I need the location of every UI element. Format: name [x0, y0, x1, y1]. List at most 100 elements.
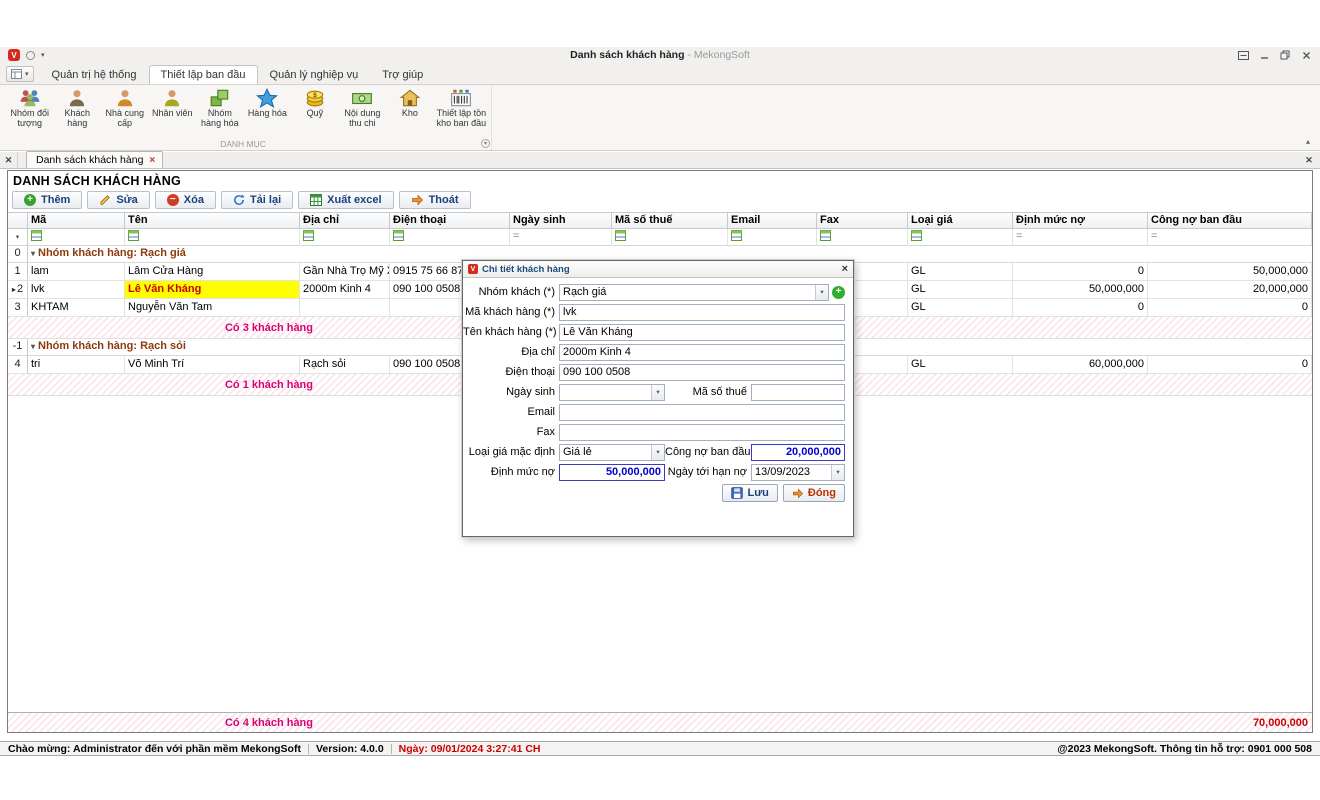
column-header[interactable]: Loại giá	[908, 212, 1013, 229]
ribbon-item-initial-stock[interactable]: Thiết lập tồn kho ban đầu	[434, 87, 489, 129]
ribbon-tab-help[interactable]: Trợ giúp	[370, 65, 435, 84]
row-indicator: 1	[8, 263, 28, 281]
ribbon-item-products[interactable]: Hàng hóa	[244, 87, 292, 120]
dialog-title-bar[interactable]: V Chi tiết khách hàng ×	[463, 261, 853, 278]
table-cell: KHTAM	[28, 299, 125, 317]
add-button[interactable]: + Thêm	[12, 191, 82, 209]
table-cell: 0	[1148, 299, 1312, 317]
table-cell: 50,000,000	[1148, 263, 1312, 281]
ribbon-item-product-groups[interactable]: Nhóm hàng hóa	[196, 87, 244, 129]
total-count-label: Có 4 khách hàng	[28, 717, 510, 729]
field-label: Điện thoại	[463, 366, 559, 378]
close-arrow-icon	[792, 488, 804, 499]
application-menu-button[interactable]: ▾	[6, 66, 34, 82]
chevron-down-icon[interactable]: ▾	[815, 285, 828, 300]
group-expand-icon[interactable]: ▾	[31, 249, 35, 258]
close-icon[interactable]	[1300, 49, 1312, 61]
reload-button[interactable]: Tải lại	[221, 191, 293, 209]
add-group-icon[interactable]: +	[832, 286, 845, 299]
filter-cell[interactable]	[300, 229, 390, 246]
group-dialog-launcher-icon[interactable]: ▾	[481, 139, 490, 148]
filter-cell[interactable]: =	[1148, 229, 1312, 246]
column-header[interactable]: Định mức nợ	[1013, 212, 1148, 229]
delete-button[interactable]: − Xóa	[155, 191, 216, 209]
due-date-combobox[interactable]: 13/09/2023 ▾	[751, 464, 845, 481]
column-header[interactable]: Địa chỉ	[300, 212, 390, 229]
restore-icon[interactable]	[1279, 49, 1291, 61]
group-expand-icon[interactable]: ▾	[31, 342, 35, 351]
exit-button[interactable]: Thoát	[399, 191, 471, 209]
opening-debt-field[interactable]	[751, 444, 845, 461]
column-header[interactable]: Fax	[817, 212, 908, 229]
field-label: Địa chỉ	[463, 346, 559, 358]
svg-text:$: $	[313, 92, 317, 99]
save-button[interactable]: Lưu	[722, 484, 777, 502]
filter-cell[interactable]	[390, 229, 510, 246]
grid-summary-row: Có 4 khách hàng 70,000,000	[8, 712, 1312, 732]
filter-cell[interactable]	[817, 229, 908, 246]
customer-group-combobox[interactable]: Rạch giá ▾	[559, 284, 829, 301]
chevron-down-icon[interactable]: ▾	[831, 465, 844, 480]
fullscreen-icon[interactable]	[1237, 49, 1249, 61]
ribbon-item-customers[interactable]: Khách hàng	[54, 87, 102, 129]
email-field[interactable]	[559, 404, 845, 421]
table-cell: lvk	[28, 281, 125, 299]
table-cell: Gần Nhà Trọ Mỹ X...	[300, 263, 390, 281]
filter-cell[interactable]: =	[510, 229, 612, 246]
column-header[interactable]: Ngày sinh	[510, 212, 612, 229]
table-cell: GL	[908, 263, 1013, 281]
column-header[interactable]: Công nợ ban đầu	[1148, 212, 1312, 229]
chevron-down-icon[interactable]: ▾	[651, 445, 664, 460]
column-header[interactable]: Điện thoại	[390, 212, 510, 229]
filter-cell[interactable]	[125, 229, 300, 246]
fax-field[interactable]	[559, 424, 845, 441]
row-indicator: 4	[8, 356, 28, 374]
close-all-tabs-icon[interactable]: ✕	[0, 152, 18, 168]
phone-field[interactable]	[559, 364, 845, 381]
export-excel-button[interactable]: Xuất excel	[298, 191, 393, 209]
price-type-combobox[interactable]: Giá lẻ ▾	[559, 444, 665, 461]
address-field[interactable]	[559, 344, 845, 361]
ribbon-item-income-expense[interactable]: Nội dung thu chi	[339, 87, 387, 129]
column-header[interactable]: Tên	[125, 212, 300, 229]
field-label: Ngày sinh	[463, 386, 559, 398]
field-label: Loại giá mặc định	[463, 446, 559, 458]
table-cell: 0	[1148, 356, 1312, 374]
ribbon-tab-initial-setup[interactable]: Thiết lập ban đầu	[149, 65, 258, 84]
filter-cell[interactable]: =	[1013, 229, 1148, 246]
ribbon-item-warehouse[interactable]: Kho	[386, 87, 434, 120]
table-cell: 20,000,000	[1148, 281, 1312, 299]
close-tab-icon[interactable]: ✕	[1300, 152, 1318, 168]
window-title: Danh sách khách hàng - MekongSoft	[0, 49, 1320, 61]
welcome-text: Chào mừng: Administrator đến với phần mề…	[8, 743, 301, 755]
filter-cell[interactable]	[908, 229, 1013, 246]
dialog-close-icon[interactable]: ×	[842, 263, 848, 275]
tab-close-icon[interactable]: ×	[149, 155, 155, 166]
filter-cell[interactable]	[728, 229, 817, 246]
customer-name-field[interactable]	[559, 324, 845, 341]
tax-code-field[interactable]	[751, 384, 845, 401]
filter-cell[interactable]	[612, 229, 728, 246]
filter-cell[interactable]	[28, 229, 125, 246]
column-header[interactable]: Mã	[28, 212, 125, 229]
birthdate-combobox[interactable]: ▾	[559, 384, 665, 401]
ribbon-collapse-icon[interactable]: ▴	[1306, 137, 1310, 146]
dialog-title: Chi tiết khách hàng	[482, 264, 838, 275]
ribbon-item-suppliers[interactable]: Nhà cung cấp	[101, 87, 149, 129]
document-tab-customers[interactable]: Danh sách khách hàng ×	[26, 151, 163, 168]
close-button[interactable]: Đóng	[783, 484, 845, 502]
ribbon-tab-bar: ▾ Quản trị hệ thống Thiết lập ban đầu Qu…	[0, 64, 1320, 85]
ribbon-tab-operations[interactable]: Quản lý nghiệp vụ	[258, 65, 371, 84]
ribbon-item-customer-groups[interactable]: Nhóm đối tượng	[6, 87, 54, 129]
minimize-icon[interactable]	[1258, 49, 1270, 61]
edit-button[interactable]: Sửa	[87, 191, 149, 209]
table-cell: 0	[1013, 263, 1148, 281]
debt-limit-field[interactable]	[559, 464, 665, 481]
chevron-down-icon[interactable]: ▾	[651, 385, 664, 400]
column-header[interactable]: Mã số thuế	[612, 212, 728, 229]
ribbon-tab-system[interactable]: Quản trị hệ thống	[40, 65, 149, 84]
customer-code-field[interactable]	[559, 304, 845, 321]
ribbon-item-funds[interactable]: $ Quỹ	[291, 87, 339, 120]
column-header[interactable]: Email	[728, 212, 817, 229]
ribbon-item-employees[interactable]: Nhân viên	[149, 87, 197, 120]
